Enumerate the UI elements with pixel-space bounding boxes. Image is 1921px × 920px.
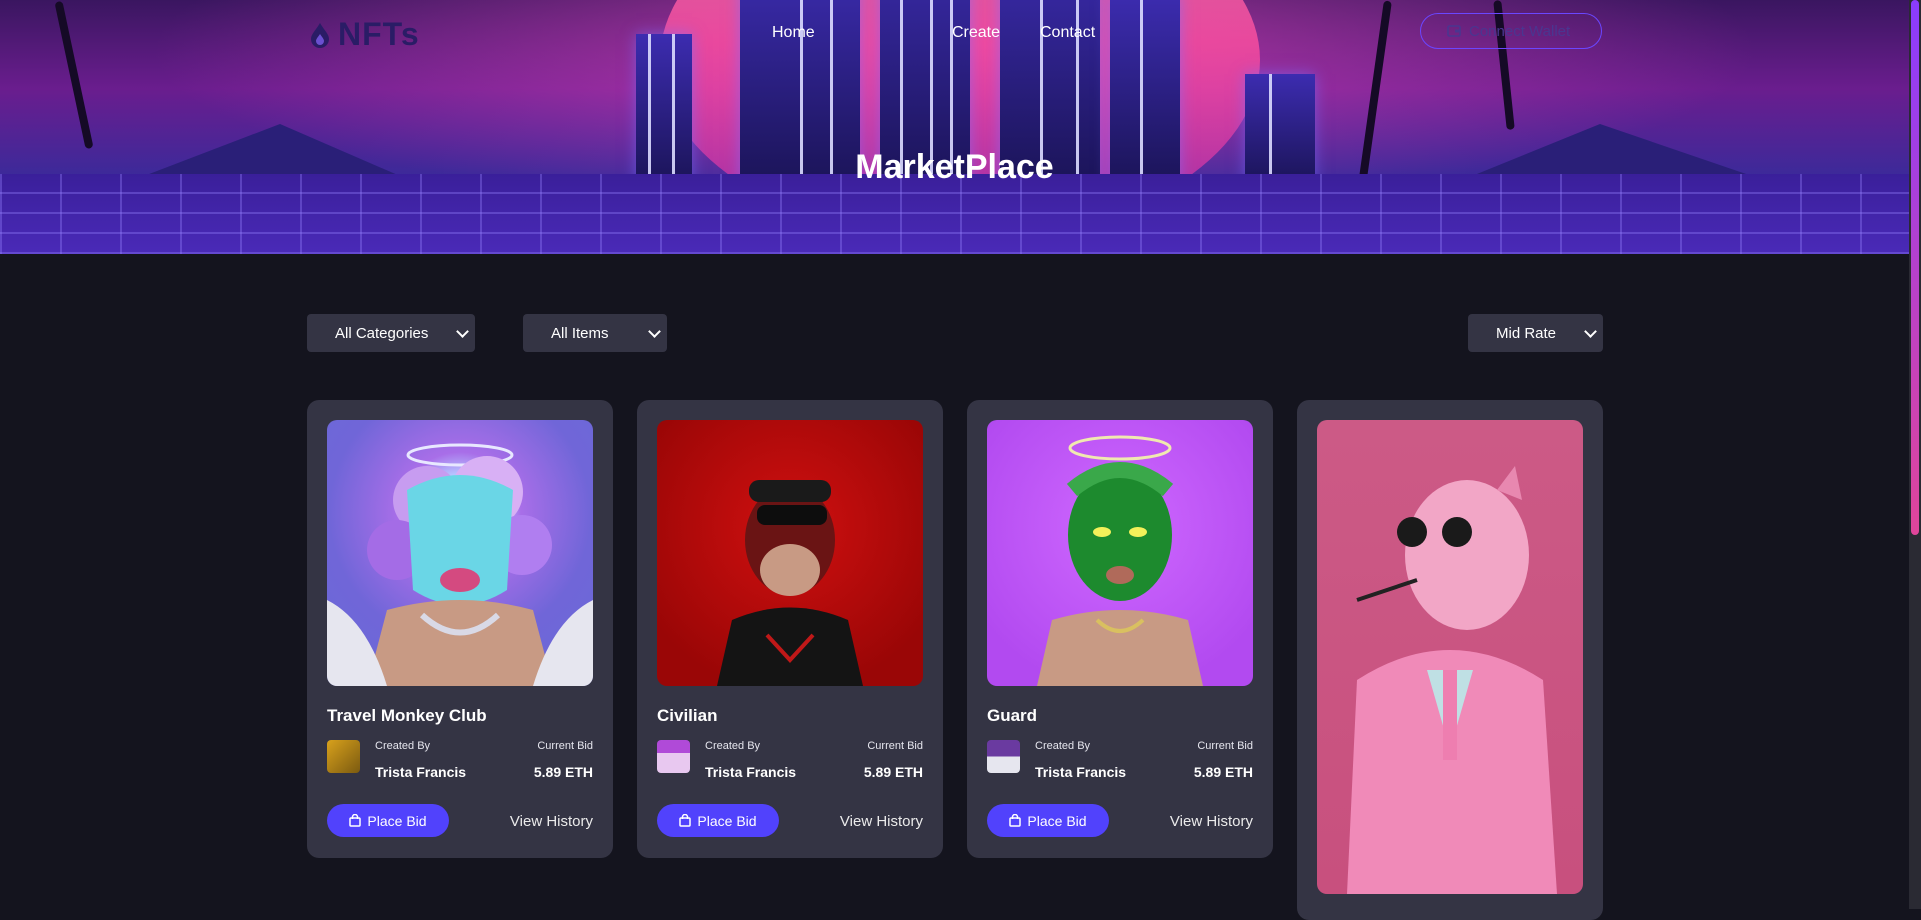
nft-artwork-figure	[717, 480, 863, 686]
shopping-bag-icon	[679, 814, 692, 827]
place-bid-button[interactable]: Place Bid	[987, 804, 1109, 837]
nav-item-contact[interactable]: Contact	[1040, 24, 1095, 42]
creator-name[interactable]: Trista Francis	[375, 764, 466, 780]
shopping-bag-icon	[1009, 814, 1022, 827]
wallet-icon	[1447, 25, 1461, 37]
current-bid-label: Current Bid	[537, 740, 593, 752]
nft-card[interactable]	[1297, 400, 1603, 920]
place-bid-button[interactable]: Place Bid	[657, 804, 779, 837]
connect-wallet-button[interactable]: Connect Wallet	[1420, 13, 1602, 49]
shopping-bag-icon	[349, 814, 362, 827]
place-bid-label: Place Bid	[697, 812, 757, 829]
creator-avatar[interactable]	[987, 740, 1020, 773]
chevron-down-icon	[648, 325, 661, 338]
creator-name[interactable]: Trista Francis	[705, 764, 796, 780]
nft-artwork[interactable]	[327, 420, 593, 686]
nft-title[interactable]: Travel Monkey Club	[327, 706, 487, 726]
nft-artwork-figure	[1347, 466, 1557, 894]
nft-artwork[interactable]	[657, 420, 923, 686]
nft-card[interactable]: Travel Monkey Club Created By Trista Fra…	[307, 400, 613, 858]
flame-drop-icon	[311, 22, 329, 48]
nft-title[interactable]: Guard	[987, 706, 1037, 726]
nft-title[interactable]: Civilian	[657, 706, 717, 726]
creator-avatar[interactable]	[327, 740, 360, 773]
current-bid-value: 5.89 ETH	[1193, 764, 1253, 780]
place-bid-label: Place Bid	[367, 812, 427, 829]
current-bid-value: 5.89 ETH	[533, 764, 593, 780]
brand-name: NFTs	[338, 16, 420, 52]
scrollbar-thumb[interactable]	[1911, 0, 1919, 535]
current-bid-label: Current Bid	[867, 740, 923, 752]
nft-card[interactable]: Guard Created By Trista Francis Current …	[967, 400, 1273, 858]
hero-banner: NFTs Home Create Contact Connect Wallet …	[0, 0, 1909, 254]
created-by-label: Created By	[705, 740, 761, 752]
creator-avatar[interactable]	[657, 740, 690, 773]
nft-card[interactable]: Civilian Created By Trista Francis Curre…	[637, 400, 943, 858]
nav-item-home[interactable]: Home	[772, 24, 815, 42]
current-bid-label: Current Bid	[1197, 740, 1253, 752]
sort-select[interactable]: Mid Rate	[1468, 314, 1603, 352]
chevron-down-icon	[1584, 325, 1597, 338]
scrollbar[interactable]	[1909, 0, 1921, 909]
nav-item-create[interactable]: Create	[952, 24, 1000, 42]
nft-artwork-figure	[1037, 435, 1203, 686]
sort-select-value: Mid Rate	[1496, 324, 1557, 342]
items-select[interactable]: All Items	[523, 314, 667, 352]
nft-artwork-figure	[327, 443, 593, 686]
view-history-link[interactable]: View History	[840, 813, 923, 830]
brand-logo[interactable]: NFTs	[310, 16, 420, 53]
view-history-link[interactable]: View History	[1170, 813, 1253, 830]
created-by-label: Created By	[1035, 740, 1091, 752]
nft-artwork[interactable]	[1317, 420, 1583, 894]
current-bid-value: 5.89 ETH	[863, 764, 923, 780]
view-history-link[interactable]: View History	[510, 813, 593, 830]
items-select-value: All Items	[551, 324, 609, 342]
created-by-label: Created By	[375, 740, 431, 752]
place-bid-label: Place Bid	[1027, 812, 1087, 829]
category-select-value: All Categories	[335, 324, 429, 342]
connect-wallet-label: Connect Wallet	[1469, 22, 1571, 40]
chevron-down-icon	[456, 325, 469, 338]
place-bid-button[interactable]: Place Bid	[327, 804, 449, 837]
category-select[interactable]: All Categories	[307, 314, 475, 352]
nft-artwork[interactable]	[987, 420, 1253, 686]
creator-name[interactable]: Trista Francis	[1035, 764, 1126, 780]
page-title: MarketPlace	[855, 148, 1054, 186]
